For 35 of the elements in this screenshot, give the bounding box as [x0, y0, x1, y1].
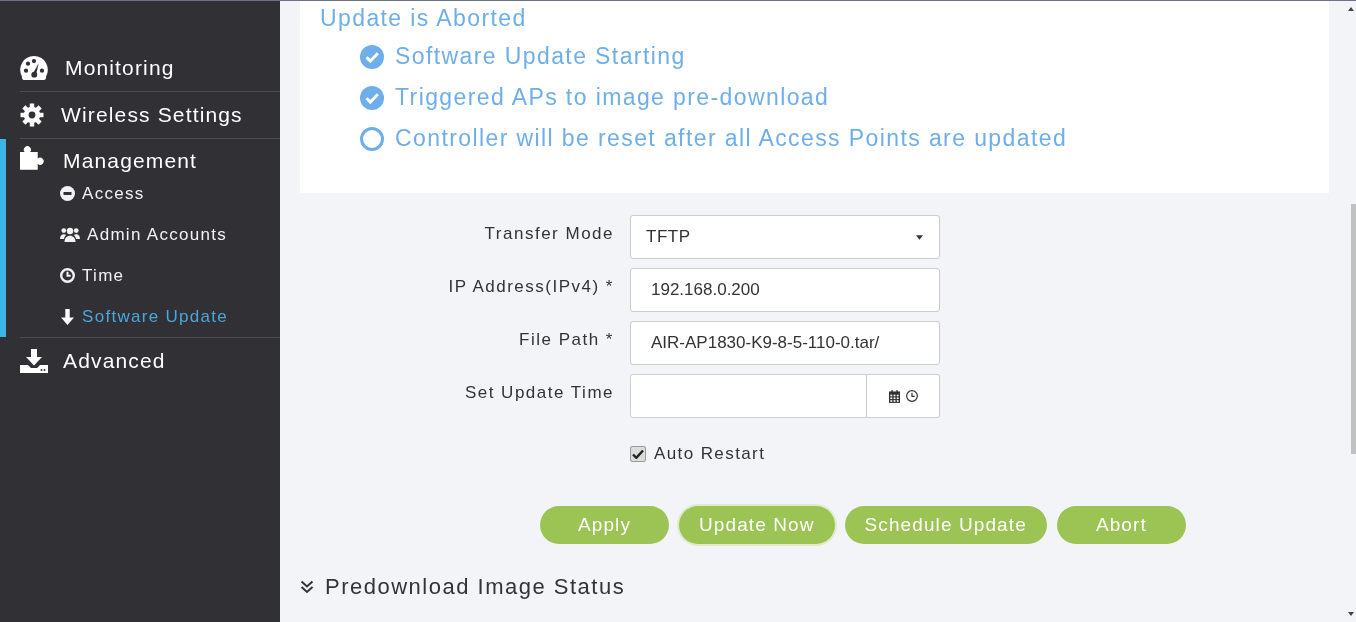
users-icon	[60, 227, 80, 242]
checkbox-label[interactable]: Auto Restart	[654, 444, 766, 464]
dropdown[interactable]: TFTP	[630, 215, 940, 259]
arrow-down-icon	[60, 308, 75, 325]
sidebar-item[interactable]: Advanced	[0, 338, 280, 384]
calendar-icon	[888, 389, 900, 403]
sidebar-item[interactable]: Monitoring	[0, 45, 280, 91]
text-field[interactable]: 192.168.0.200	[630, 268, 940, 312]
step-label: Software Update Starting	[395, 43, 686, 70]
step-label: Controller will be reset after all Access Points are updated	[395, 125, 1068, 152]
field-label: Set Update Time	[464, 382, 614, 404]
puzzle-icon	[20, 143, 46, 170]
status-title: Update is Aborted	[320, 4, 528, 32]
gear-icon	[20, 103, 44, 127]
scroll-down-icon[interactable]	[1348, 612, 1354, 616]
sidebar-item[interactable]: Wireless Settings	[0, 92, 280, 138]
caret-icon	[916, 234, 923, 240]
minus-circle-icon	[60, 186, 75, 201]
text-field[interactable]: AIR-AP1830-K9-8-5-110-0.tar/	[630, 321, 940, 365]
scroll-up-icon[interactable]	[1348, 7, 1354, 11]
field-label: File Path *	[519, 329, 614, 351]
step-label: Triggered APs to image pre-download	[395, 84, 830, 111]
date-time-picker-button[interactable]	[867, 374, 940, 418]
checkmark-icon	[632, 449, 644, 459]
scrollbar-thumb[interactable]	[1351, 204, 1356, 454]
section-header[interactable]: Predownload Image Status	[300, 572, 626, 602]
double-chevron-down-icon	[300, 580, 314, 594]
dashboard-icon	[20, 56, 48, 80]
checkbox[interactable]	[630, 446, 646, 462]
download-icon	[20, 349, 48, 373]
field-label: Transfer Mode	[484, 223, 614, 245]
clock-icon	[60, 268, 75, 283]
clock-icon	[905, 390, 918, 402]
field-label: IP Address(IPv4) *	[448, 276, 614, 298]
date-time-field[interactable]	[630, 374, 867, 418]
